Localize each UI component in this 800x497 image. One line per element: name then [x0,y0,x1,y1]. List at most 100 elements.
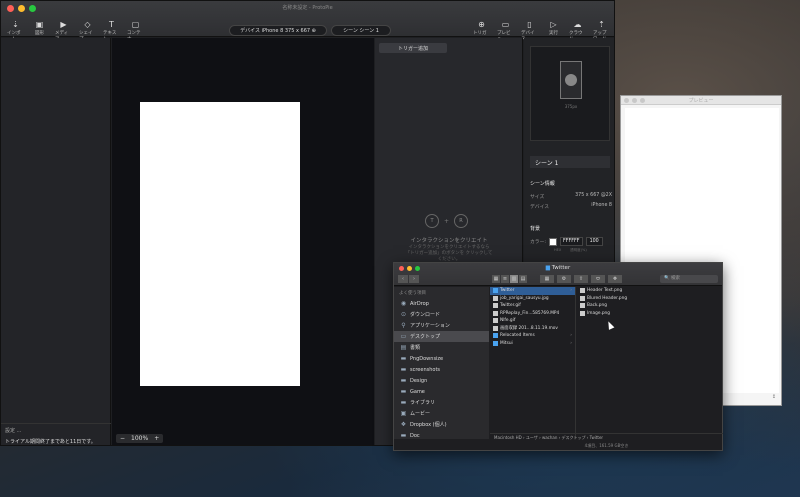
zoom-control: − 100% + [116,434,164,443]
color-swatch[interactable] [549,237,558,246]
folder-icon: ▆ [545,265,551,271]
gear-icon[interactable]: ⚙ [557,275,571,283]
sidebar-item[interactable]: ▬ Design [394,375,489,386]
applications-icon: ⚲ [401,322,406,329]
phone-icon [560,61,582,99]
container-icon: ▢ [131,20,140,29]
favorites-heading: よく使う項目 [399,291,426,296]
folder-icon: ▬ [400,366,407,373]
plus-icon: + [444,217,450,225]
list-view-button[interactable]: ≡ [501,275,509,283]
file-row[interactable]: Image.png [577,310,723,318]
back-button[interactable]: ‹ [398,275,408,283]
gallery-view-button[interactable]: ▤ [519,275,527,283]
file-row[interactable]: Nlfe.gif [490,317,575,325]
zoom-out-button[interactable]: − [120,435,125,442]
sidebar-item[interactable]: ▭ デスクトップ [394,331,489,342]
status-bar: 4項目、161.59 GB空き [584,443,629,448]
file-row[interactable]: Back.png [577,302,723,310]
file-row[interactable]: 画面収録 201...8.11.19.mov [490,325,575,333]
tag-icon[interactable]: ⬭ [591,275,605,283]
file-row[interactable]: RPReplay_Fin...585769.MP4 [490,310,575,318]
file-name: Relocated Items [500,333,535,339]
sidebar-item-label: Design [410,377,428,384]
device-selector[interactable]: デバイス iPhone 8 375 x 667 ⊕ [229,25,327,36]
folder-icon [493,333,498,339]
file-row[interactable]: Twitter › [490,287,575,295]
trigger-icon: ⊕ [478,20,485,29]
rotate-icon[interactable]: ↕ [772,394,776,400]
folder-icon: ▬ [400,388,407,395]
shape-icon: ◇ [84,20,91,29]
sidebar-item-label: ダウンロード [410,312,441,318]
sidebar-item-label: Doc [410,432,420,439]
finder-column-1: Twitter › job_yarigai_sausyu.jpg Twitter.gi… [490,287,576,439]
sidebar-item[interactable]: ⚲ アプリケーション [394,320,489,331]
file-row[interactable]: Relocated Items › [490,332,575,340]
sidebar-item[interactable]: ❖ Dropbox (個人) [394,419,489,430]
zoom-in-button[interactable]: + [154,435,159,442]
sidebar-item-label: ライブラリ [410,400,436,406]
text-icon: T [109,20,114,29]
sidebar-item-label: Game [410,388,425,395]
file-row[interactable]: Blured Header.png [577,295,723,303]
file-row[interactable]: job_yarigai_sausyu.jpg [490,295,575,303]
file-row[interactable]: Header Text.png [577,287,723,295]
color-hex-input[interactable]: FFFFFF [560,237,583,246]
sidebar-item[interactable]: ▬ Game [394,386,489,397]
canvas-area[interactable]: − 100% + [112,38,374,445]
column-view-button[interactable]: ▥ [510,275,518,283]
finder-sidebar: よく使う項目 ◉ AirDrop ⊙ ダウンロード ⚲ アプリケーション ▭ デスクトップ ▤ 書… [394,287,489,439]
scene-selector[interactable]: シーン シーン 1 [331,25,391,36]
zoom-value[interactable]: 100% [131,435,148,442]
settings-link[interactable]: 設定 ... [5,427,107,434]
image-label: 図形 [35,31,44,36]
sidebar-item[interactable]: ▬ Doc [394,430,489,441]
forward-button[interactable]: › [409,275,419,283]
folder-icon: ▬ [400,399,407,406]
layers-panel[interactable]: 設定 ... トライアル期間終了まであと11日です。 [1,38,111,445]
run-icon: ▷ [550,20,557,29]
sidebar-item[interactable]: ▣ ムービー [394,408,489,419]
opacity-input[interactable]: 100 [585,237,603,246]
sidebar-item[interactable]: ▤ 書類 [394,342,489,353]
folder-icon [493,288,498,294]
empty-state-title: インタラクションをクリエイト [410,238,488,244]
color-key: カラー: [530,240,547,245]
sidebar-item-label: アプリケーション [410,323,450,329]
file-row[interactable]: Mitsui › [490,340,575,348]
icon-view-button[interactable]: ▦ [492,275,500,283]
path-bar[interactable]: Macintosh HD › ユーザ › wachan › デスクトップ › T… [490,433,723,441]
sidebar-item[interactable]: ▬ PngDownsize [394,353,489,364]
file-name: job_yarigai_sausyu.jpg [500,295,549,301]
file-row[interactable]: Twitter.gif [490,302,575,310]
dropbox-icon[interactable]: ❖ [608,275,622,283]
view-mode-buttons: ▦ ≡ ▥ ▤ [492,275,527,283]
documents-icon: ▤ [400,344,407,351]
file-icon [493,325,498,331]
finder-search-input[interactable]: 🔍 検索 [660,275,718,283]
background-title: 背景 [530,226,541,232]
sidebar-item[interactable]: ▬ screenshots [394,364,489,375]
sidebar-item[interactable]: ⊙ ダウンロード [394,309,489,320]
size-key: サイズ [530,195,545,200]
image-file-icon [580,288,585,294]
folder-icon: ▬ [400,432,407,439]
sidebar-item-label: Dropbox (個人) [410,422,447,428]
device-key: デバイス [530,205,550,210]
media-icon: ▶ [60,20,67,29]
scene-artboard[interactable] [140,102,300,386]
finder-title-text: Twitter [551,265,571,271]
scene-dot-icon [565,74,577,86]
sidebar-item[interactable]: ◉ AirDrop [394,298,489,309]
add-trigger-button[interactable]: トリガー追加 [379,43,447,53]
file-name: 画面収録 201...8.11.19.mov [500,326,558,332]
group-icon[interactable]: ▦ [540,275,554,283]
trial-notice: トライアル期間終了まであと11日です。 [5,439,96,445]
opacity-sub-label: 透明度(%) [570,248,587,252]
sidebar-list: ◉ AirDrop ⊙ ダウンロード ⚲ アプリケーション ▭ デスクトップ ▤ 書類 ▬ PngDo… [394,298,489,441]
share-icon[interactable]: ⇪ [574,275,588,283]
sidebar-item[interactable]: ▬ ライブラリ [394,397,489,408]
file-icon [493,303,498,309]
scene-name-field[interactable]: シーン 1 [530,156,610,168]
